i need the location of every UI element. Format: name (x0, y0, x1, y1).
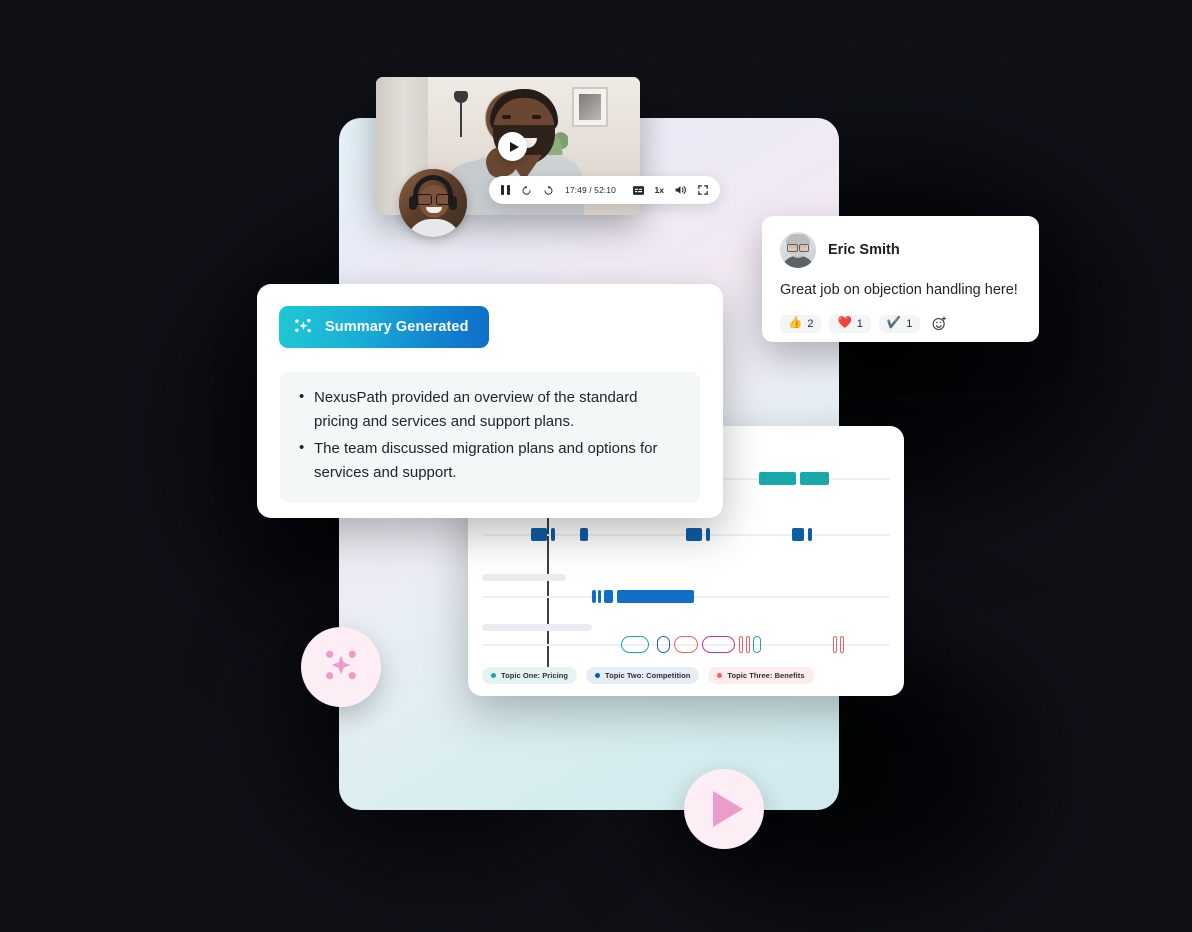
timeline-segment[interactable] (616, 590, 695, 603)
reaction-count: 1 (906, 317, 913, 330)
timeline-segment[interactable] (800, 472, 829, 485)
add-reaction-icon[interactable] (928, 313, 950, 335)
legend-label: Topic One: Pricing (501, 671, 569, 680)
volume-icon[interactable] (675, 185, 687, 195)
timeline-segment[interactable] (759, 472, 797, 485)
timeline-segment[interactable] (620, 636, 650, 653)
summary-generated-badge[interactable]: Summary Generated (279, 306, 489, 348)
timeline-segment[interactable] (686, 528, 703, 541)
summary-bullet: NexusPath provided an overview of the st… (298, 385, 680, 435)
play-triangle (509, 141, 519, 152)
comment-card[interactable]: Eric Smith Great job on objection handli… (762, 216, 1039, 342)
timeline-segment[interactable] (551, 528, 556, 541)
reaction-heart[interactable]: ❤️ 1 (829, 314, 871, 333)
timeline-segment[interactable] (746, 636, 750, 653)
timeline-segment[interactable] (840, 636, 845, 653)
comment-reactions: 👍 2 ❤️ 1 ✔️ 1 (780, 313, 1021, 335)
legend-label: Topic Three: Benefits (727, 671, 805, 680)
timeline-legend: Topic One: Pricing Topic Two: Competition… (482, 667, 814, 684)
rewind-15-icon[interactable] (521, 185, 532, 196)
timeline-segment[interactable] (752, 636, 762, 653)
timeline-segment[interactable] (808, 528, 813, 541)
legend-dot (491, 673, 496, 678)
legend-item[interactable]: Topic Two: Competition (586, 667, 700, 684)
fullscreen-icon[interactable] (698, 185, 708, 195)
heart-icon: ❤️ (837, 316, 852, 329)
summary-bullet-list: NexusPath provided an overview of the st… (298, 385, 680, 486)
play-bubble[interactable] (684, 769, 764, 849)
participant-avatar[interactable] (399, 169, 467, 237)
timeline-playhead[interactable] (547, 512, 549, 672)
sparkle-icon (292, 316, 314, 338)
play-icon[interactable] (498, 132, 527, 161)
commenter-name: Eric Smith (828, 242, 900, 258)
timeline-segment[interactable] (792, 528, 805, 541)
captions-icon[interactable] (632, 185, 644, 195)
summary-bullet: The team discussed migration plans and o… (298, 436, 680, 486)
avatar (780, 232, 816, 268)
legend-dot (717, 673, 723, 678)
reaction-count: 1 (856, 317, 863, 330)
hero-composition: 17:49 / 52:10 1x Eric Smith Great job on… (0, 0, 1192, 932)
timeline-segment[interactable] (657, 636, 670, 653)
thumbs-up-icon: 👍 (788, 316, 803, 329)
sparkle-icon (318, 642, 364, 693)
comment-header: Eric Smith (780, 232, 1021, 268)
comment-text: Great job on objection handling here! (780, 282, 1018, 298)
legend-item[interactable]: Topic Three: Benefits (708, 667, 814, 684)
timeline-segment[interactable] (579, 528, 589, 541)
summary-card[interactable]: Summary Generated NexusPath provided an … (257, 284, 723, 518)
timeline-segment[interactable] (604, 590, 613, 603)
timeline-segment[interactable] (598, 590, 602, 603)
check-icon: ✔️ (886, 316, 902, 329)
reaction-count: 2 (807, 317, 814, 330)
video-controls-bar[interactable]: 17:49 / 52:10 1x (489, 176, 720, 204)
timeline-segment[interactable] (832, 636, 837, 653)
timeline-segment[interactable] (702, 636, 735, 653)
timeline-segment[interactable] (739, 636, 744, 653)
legend-item[interactable]: Topic One: Pricing (482, 667, 578, 684)
timeline-label-placeholder (482, 624, 592, 631)
playback-speed[interactable]: 1x (655, 185, 664, 195)
forward-15-icon[interactable] (543, 185, 554, 196)
playback-time: 17:49 / 52:10 (565, 185, 616, 195)
legend-label: Topic Two: Competition (605, 671, 691, 680)
timeline-label-placeholder (482, 574, 566, 581)
summary-badge-label: Summary Generated (325, 319, 469, 335)
sparkle-bubble[interactable] (301, 627, 381, 707)
reaction-check[interactable]: ✔️ 1 (878, 314, 921, 333)
timeline-segment[interactable] (706, 528, 711, 541)
timeline-segment[interactable] (673, 636, 699, 653)
play-icon (713, 791, 743, 827)
timeline-segment[interactable] (530, 528, 548, 541)
timeline-segment[interactable] (592, 590, 597, 603)
reaction-thumbs-up[interactable]: 👍 2 (780, 314, 822, 333)
pause-icon[interactable] (501, 185, 510, 195)
summary-body: NexusPath provided an overview of the st… (280, 372, 700, 504)
legend-dot (595, 673, 601, 678)
